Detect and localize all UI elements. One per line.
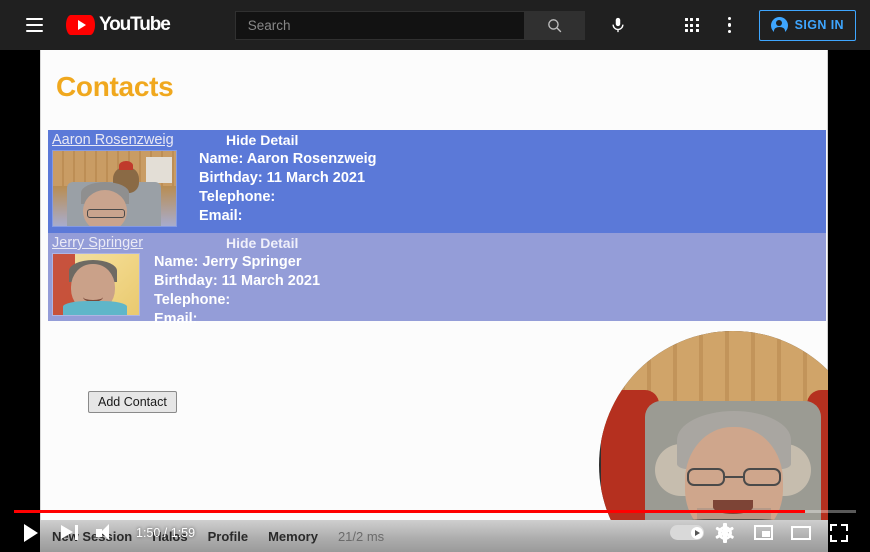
theater-mode-icon [791, 525, 811, 540]
contact-row[interactable]: Aaron Rosenzweig Hide Detail Name: Aaron… [48, 130, 826, 233]
kebab-dot [728, 23, 732, 27]
player-controls-layer: 1:50 / 1:59 [0, 506, 870, 552]
settings-gear-icon [715, 522, 735, 543]
hide-detail-toggle[interactable]: Hide Detail [226, 235, 298, 251]
fs-corner [830, 534, 837, 542]
hamburger-line [25, 24, 43, 26]
grid-dot [690, 23, 694, 27]
fs-corner [830, 523, 837, 531]
apps-grid-button[interactable] [673, 6, 711, 44]
webcam-glasses [687, 467, 781, 486]
kebab-dot [728, 17, 732, 21]
contact-photo-art [53, 254, 139, 315]
fs-corner [841, 523, 848, 531]
contact-row-header: Jerry Springer Hide Detail [48, 233, 826, 253]
youtube-logo[interactable]: YouTube [66, 14, 171, 36]
more-options-button[interactable] [711, 6, 749, 44]
fs-corner [841, 534, 848, 542]
grid-dot [695, 29, 699, 32]
autoplay-knob [690, 526, 703, 539]
contact-row-header: Aaron Rosenzweig Hide Detail [48, 130, 826, 150]
voice-search-button[interactable] [599, 6, 637, 44]
autoplay-toggle-icon [670, 525, 704, 540]
volume-cone [101, 524, 109, 540]
autoplay-toggle[interactable] [668, 514, 706, 552]
contact-details: Name: Aaron Rosenzweig Birthday: 11 Marc… [199, 150, 377, 227]
contact-list: Aaron Rosenzweig Hide Detail Name: Aaron… [48, 130, 826, 327]
miniplayer-icon [753, 525, 773, 540]
grid-dot [684, 29, 688, 32]
kebab-dot [728, 29, 732, 33]
youtube-masthead: YouTube Search SIGN IN [0, 0, 870, 50]
apps-grid-icon [684, 18, 699, 32]
sign-in-label: SIGN IN [794, 18, 844, 32]
contact-detail-telephone: Telephone: [199, 189, 276, 205]
add-contact-button[interactable]: Add Contact [88, 391, 177, 413]
grid-dot [695, 18, 699, 21]
contact-photo-art [53, 151, 176, 226]
theater-mode-button[interactable] [782, 514, 820, 552]
contact-row-body: Name: Aaron Rosenzweig Birthday: 11 Marc… [48, 150, 826, 227]
youtube-wordmark: YouTube [99, 14, 171, 35]
miniplayer-button[interactable] [744, 514, 782, 552]
page-title: Contacts [56, 71, 174, 102]
contact-name-link[interactable]: Jerry Springer [52, 235, 143, 251]
fullscreen-icon [830, 523, 848, 542]
grid-dot [684, 23, 688, 27]
video-content-frame: Contacts Aaron Rosenzweig Hide Detail Na… [40, 50, 828, 552]
fullscreen-button[interactable] [820, 514, 858, 552]
contact-photo [52, 150, 177, 227]
grid-dot [695, 23, 699, 27]
account-avatar-icon [770, 16, 788, 35]
youtube-play-icon [66, 15, 95, 35]
grid-dot [684, 18, 688, 21]
play-button-icon [24, 523, 38, 542]
photo-shirt [63, 301, 127, 315]
microphone-icon [612, 17, 624, 33]
next-video-icon [60, 525, 78, 540]
volume-button[interactable] [88, 514, 126, 552]
next-bar [75, 525, 78, 540]
sign-in-button[interactable]: SIGN IN [758, 9, 856, 41]
contact-photo [52, 253, 140, 316]
hamburger-menu-icon[interactable] [14, 5, 54, 45]
contact-detail-name: Name: Jerry Springer [154, 254, 302, 270]
hide-detail-toggle[interactable]: Hide Detail [226, 132, 298, 148]
contact-detail-email: Email: [199, 208, 243, 224]
play-pause-button[interactable] [12, 514, 50, 552]
search-button[interactable] [524, 10, 585, 40]
contact-name-link[interactable]: Aaron Rosenzweig [52, 132, 174, 148]
search-area [234, 10, 585, 40]
kebab-more-icon [728, 17, 732, 33]
grid-dot [690, 18, 694, 21]
hamburger-line [25, 29, 43, 32]
contact-detail-email: Email: [154, 311, 198, 327]
youtube-video-page: YouTube Search SIGN IN Contacts Aaron Ro… [0, 0, 870, 552]
glasses-lens-right [743, 467, 781, 486]
settings-button[interactable] [706, 514, 744, 552]
search-input[interactable] [245, 16, 514, 34]
grid-dot [690, 29, 694, 32]
glasses-bridge [725, 475, 743, 478]
time-display: 1:50 / 1:59 [136, 525, 196, 540]
hamburger-line [25, 18, 43, 21]
contact-detail-telephone: Telephone: [154, 292, 231, 308]
contact-row-body: Name: Jerry Springer Birthday: 11 March … [48, 253, 826, 329]
contact-detail-birthday: Birthday: 11 March 2021 [154, 273, 321, 289]
search-box[interactable] [234, 10, 525, 40]
contact-details: Name: Jerry Springer Birthday: 11 March … [154, 253, 320, 329]
photo-panel [146, 157, 172, 183]
glasses-lens-left [687, 467, 725, 486]
photo-glasses [87, 209, 125, 218]
contact-row[interactable]: Jerry Springer Hide Detail Name: Jerry S… [48, 233, 826, 327]
next-triangle [60, 525, 73, 539]
contact-detail-name: Name: Aaron Rosenzweig [199, 151, 377, 167]
player-control-bar: 1:50 / 1:59 [0, 513, 870, 552]
volume-icon [96, 524, 118, 541]
video-player[interactable]: Contacts Aaron Rosenzweig Hide Detail Na… [0, 50, 870, 552]
play-triangle [77, 20, 86, 30]
contact-detail-birthday: Birthday: 11 March 2021 [199, 170, 366, 186]
next-video-button[interactable] [50, 514, 88, 552]
search-icon [547, 18, 562, 32]
